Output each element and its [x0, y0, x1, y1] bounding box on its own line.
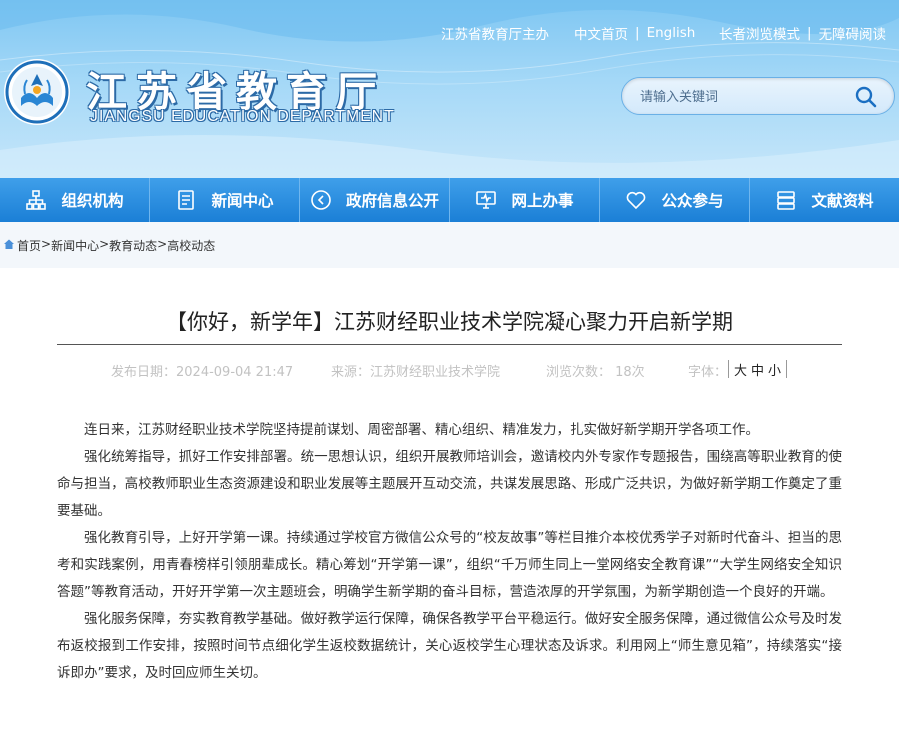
nav-item-public-participation[interactable]: 公众参与 — [600, 178, 750, 222]
nav-label: 公众参与 — [661, 192, 724, 210]
nav-item-organization[interactable]: 组织机构 — [0, 178, 150, 222]
breadcrumb-separator: > — [99, 237, 110, 251]
font-size-switcher: 大 中 小 — [728, 360, 788, 379]
breadcrumb: 首页 > 新闻中心 > 教育动态 > 高校动态 — [0, 222, 899, 268]
top-links-accessibility: 长者浏览模式 | 无障碍阅读 — [719, 23, 887, 43]
nav-item-online-service[interactable]: 网上办事 — [450, 178, 600, 222]
site-header: 江苏省教育厅主办 中文首页 | English 长者浏览模式 | 无障碍阅读 江… — [0, 0, 899, 178]
breadcrumb-home[interactable]: 首页 — [17, 237, 41, 254]
link-separator: | — [807, 25, 812, 41]
search-input[interactable] — [640, 87, 840, 107]
article: 【你好，新学年】江苏财经职业技术学院凝心聚力开启新学期 发布日期：2024-09… — [0, 268, 899, 733]
nav-label: 组织机构 — [61, 192, 124, 210]
host-link[interactable]: 江苏省教育厅主办 — [441, 23, 549, 43]
nav-item-news[interactable]: 新闻中心 — [150, 178, 300, 222]
breadcrumb-separator: > — [41, 237, 52, 251]
view-count: 浏览次数： 18次 — [546, 365, 645, 380]
monitor-icon — [476, 191, 497, 209]
article-paragraph: 强化统筹指导，抓好工作安排部署。统一思想认识，组织开展教师培训会，邀请校内外专家… — [57, 449, 842, 519]
article-title: 【你好，新学年】江苏财经职业技术学院凝心聚力开启新学期 — [166, 310, 733, 334]
publish-date: 发布日期：2024-09-04 21:47 — [111, 365, 294, 380]
title-divider — [57, 344, 842, 345]
home-icon — [4, 239, 14, 249]
document-icon — [178, 190, 195, 210]
article-paragraph: 连日来，江苏财经职业技术学院坚持提前谋划、周密部署、精心组织、精准发力，扎实做好… — [84, 422, 759, 438]
breadcrumb-news-center[interactable]: 新闻中心 — [51, 237, 99, 254]
org-chart-icon — [26, 190, 47, 210]
font-size-small[interactable]: 小 — [768, 360, 781, 379]
chinese-home-link[interactable]: 中文首页 — [574, 23, 628, 43]
elder-mode-link[interactable]: 长者浏览模式 — [719, 23, 800, 43]
nav-item-documents[interactable]: 文献资料 — [750, 178, 899, 222]
stack-icon — [777, 191, 796, 210]
article-paragraph: 强化服务保障，夯实教育教学基础。做好教学运行保障，确保各教学平台平稳运行。做好安… — [57, 611, 842, 681]
search-box — [621, 77, 895, 115]
site-logo-english[interactable]: JIANGSU EDUCATION DEPARTMENT — [90, 108, 395, 126]
nav-label: 政府信息公开 — [345, 192, 439, 210]
nav-label: 新闻中心 — [211, 192, 274, 210]
link-separator: | — [635, 25, 640, 41]
heart-icon — [627, 191, 646, 210]
breadcrumb-separator: > — [157, 237, 168, 251]
search-icon[interactable] — [854, 85, 878, 109]
top-links-language: 中文首页 | English — [574, 23, 696, 43]
circle-arrow-icon — [311, 190, 331, 210]
breadcrumb-education-news[interactable]: 教育动态 — [109, 237, 157, 254]
font-size-medium[interactable]: 中 — [751, 360, 764, 379]
english-link[interactable]: English — [647, 25, 696, 41]
nav-item-gov-info[interactable]: 政府信息公开 — [300, 178, 450, 222]
article-body: 连日来，江苏财经职业技术学院坚持提前谋划、周密部署、精心组织、精准发力，扎实做好… — [57, 417, 842, 687]
article-source: 来源：江苏财经职业技术学院 — [331, 365, 501, 380]
article-paragraph: 强化教育引导，上好开学第一课。持续通过学校官方微信公众号的“校友故事”等栏目推介… — [57, 530, 842, 600]
breadcrumb-university-news[interactable]: 高校动态 — [167, 237, 215, 254]
top-links-host: 江苏省教育厅主办 — [441, 23, 549, 43]
font-size-label: 字体： — [688, 365, 728, 380]
nav-label: 文献资料 — [811, 192, 874, 210]
main-nav: 组织机构 新闻中心 政府信息公开 网上办事 公众参与 文献资料 — [0, 178, 899, 222]
font-size-large[interactable]: 大 — [734, 360, 747, 379]
accessible-reading-link[interactable]: 无障碍阅读 — [819, 23, 887, 43]
department-emblem-icon[interactable] — [3, 58, 71, 126]
nav-label: 网上办事 — [511, 192, 574, 210]
